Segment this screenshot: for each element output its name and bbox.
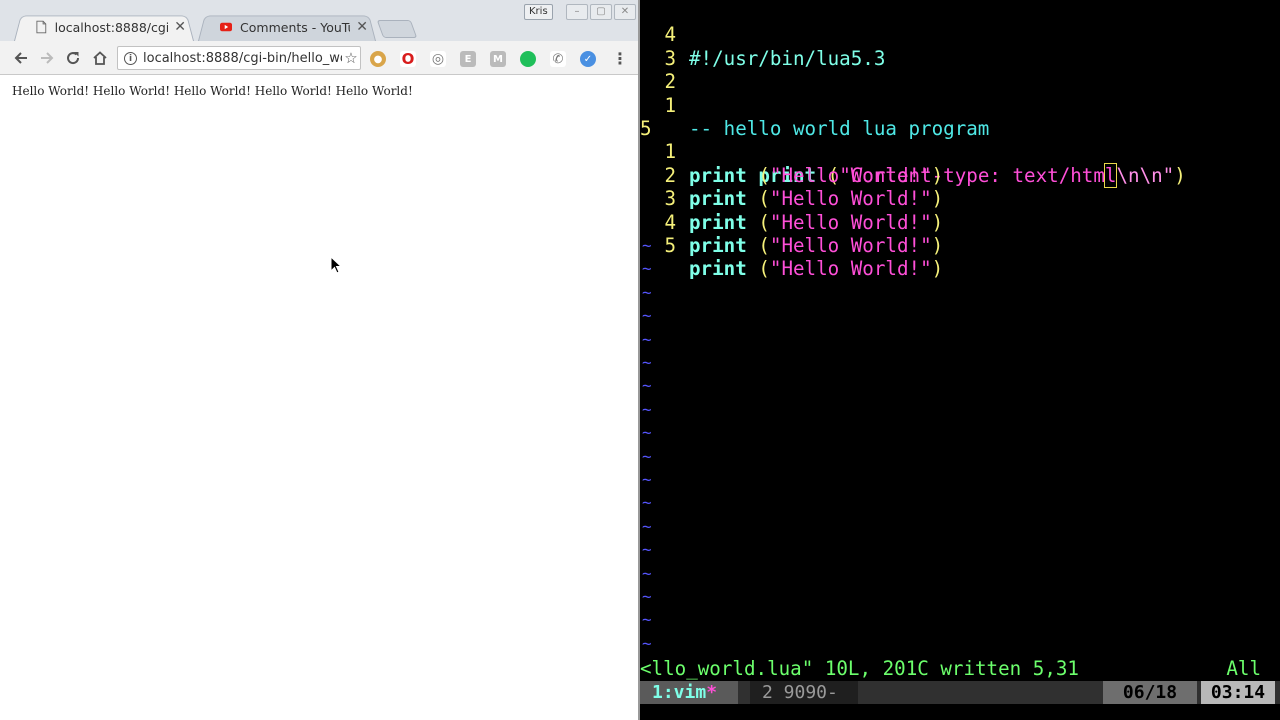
string: "Hello World!": [769, 163, 932, 187]
empty-line-tilde: ~: [642, 236, 652, 255]
string: "Hello World!": [769, 257, 932, 281]
browser-toolbar: i localhost:8888/cgi-bin/hello_world.lua…: [0, 41, 638, 75]
target-extension-icon[interactable]: ◎: [430, 51, 446, 67]
reload-icon[interactable]: [63, 48, 83, 68]
blue-extension-icon[interactable]: ✓: [580, 51, 596, 67]
keyword: print: [689, 187, 747, 211]
code-line: 4 print ("Hello World!"): [640, 187, 943, 257]
keyword: print: [689, 257, 747, 281]
status-date: 06/18: [1103, 681, 1197, 704]
new-tab-button[interactable]: [376, 20, 418, 38]
empty-line-tilde: ~: [642, 282, 652, 302]
minimize-button[interactable]: –: [566, 4, 588, 20]
youtube-icon: [220, 22, 233, 32]
string: "Hello World!": [769, 234, 932, 257]
tab-title: localhost:8888/cgi-bin/hello_world.lua: [54, 19, 169, 35]
keyword: print: [689, 163, 747, 187]
keyword: print: [689, 234, 747, 257]
close-tab-icon[interactable]: ✕: [356, 19, 368, 35]
empty-line-tilde: ~: [642, 563, 652, 583]
text-cursor: l: [1103, 162, 1118, 188]
code-line-current: 5 print ("Content-type: text/html\n\n"): [640, 117, 1186, 188]
empty-line-tilde: ~: [642, 610, 652, 630]
page-body-text: Hello World! Hello World! Hello World! H…: [12, 84, 413, 98]
tmux-status-bar: 1:vim* 2 9090- 06/18 03:14: [640, 681, 1280, 704]
empty-line-tilde: ~: [642, 516, 652, 536]
forward-arrow-icon[interactable]: [37, 48, 57, 68]
string: "Hello World!": [769, 187, 932, 211]
shebang: #!/usr/bin/lua5.3: [689, 46, 886, 70]
bookmark-star-icon[interactable]: ☆: [342, 49, 360, 67]
green-circle-extension-icon[interactable]: [520, 51, 536, 67]
code-line: 1 -- hello world lua program: [640, 70, 989, 140]
code-line: 3: [640, 23, 686, 70]
vim-scroll-position: All: [1226, 657, 1261, 680]
empty-line-tilde: ~: [642, 540, 652, 560]
keyword: print: [689, 210, 747, 234]
empty-line-tilde: ~: [642, 446, 652, 466]
empty-line-tilde: ~: [642, 493, 652, 513]
string: \n\n": [1116, 163, 1175, 187]
tab-localhost[interactable]: localhost:8888/cgi-bin/hello_world.lua ✕: [14, 13, 194, 41]
back-arrow-icon[interactable]: [11, 48, 31, 68]
empty-line-tilde: ~: [642, 306, 652, 326]
code-line: 2 print ("Hello World!"): [640, 140, 943, 210]
code-line: 4 #!/usr/bin/lua5.3: [640, 0, 885, 69]
document-icon: [36, 20, 47, 34]
empty-line-tilde: ~: [642, 633, 652, 653]
code-line: 2: [640, 47, 686, 93]
empty-line-tilde: ~: [642, 587, 652, 606]
tab-title: Comments - YouTube: [240, 19, 350, 35]
evernote-extension-icon[interactable]: E: [460, 51, 476, 67]
empty-line-tilde: ~: [642, 353, 652, 372]
comment: -- hello world lua program: [689, 117, 990, 140]
tab-youtube[interactable]: Comments - YouTube ✕: [198, 13, 376, 41]
close-window-button[interactable]: ✕: [614, 4, 636, 20]
close-tab-icon[interactable]: ✕: [174, 19, 186, 35]
address-bar[interactable]: i localhost:8888/cgi-bin/hello_world.lua…: [117, 46, 361, 70]
empty-line-tilde: ~: [642, 470, 652, 489]
m-extension-icon[interactable]: M: [490, 51, 506, 67]
vim-command-line: <llo_world.lua" 10L, 201C written 5,31: [640, 657, 1079, 680]
maximize-button[interactable]: ▢: [590, 4, 612, 20]
browser-window: localhost:8888/cgi-bin/hello_world.lua ✕…: [0, 0, 638, 720]
tmux-window-2[interactable]: 2 9090-: [750, 681, 858, 704]
mouse-pointer-icon: [330, 256, 343, 274]
code-line: 1 print ("Hello World!"): [640, 117, 943, 186]
string: "Hello World!": [769, 210, 932, 234]
terminal-vim[interactable]: 4 #!/usr/bin/lua5.3 3 2 1 -- hello world…: [640, 0, 1280, 720]
profile-button[interactable]: Kris: [524, 4, 553, 20]
empty-line-tilde: ~: [642, 329, 652, 349]
browser-menu-icon[interactable]: ⋮: [612, 49, 628, 68]
tmux-window-1[interactable]: 1:vim*: [640, 681, 738, 704]
home-icon[interactable]: [90, 48, 110, 68]
cookie-extension-icon[interactable]: ●: [370, 51, 386, 67]
opera-extension-icon[interactable]: O: [400, 50, 416, 68]
empty-line-tilde: ~: [642, 423, 652, 443]
code-line: 3 print ("Hello World!"): [640, 164, 943, 233]
url-text: localhost:8888/cgi-bin/hello_world.lua: [143, 50, 342, 66]
phone-extension-icon[interactable]: ✆: [550, 51, 566, 67]
empty-line-tilde: ~: [642, 259, 652, 279]
code-line: 5 print ("Hello World!"): [640, 211, 943, 280]
page-content: Hello World! Hello World! Hello World! H…: [0, 75, 638, 720]
empty-line-tilde: ~: [642, 376, 652, 396]
empty-line-tilde: ~: [642, 399, 652, 419]
tab-strip: localhost:8888/cgi-bin/hello_world.lua ✕…: [0, 0, 638, 41]
status-time: 03:14: [1201, 681, 1275, 704]
site-info-icon[interactable]: i: [124, 51, 137, 65]
